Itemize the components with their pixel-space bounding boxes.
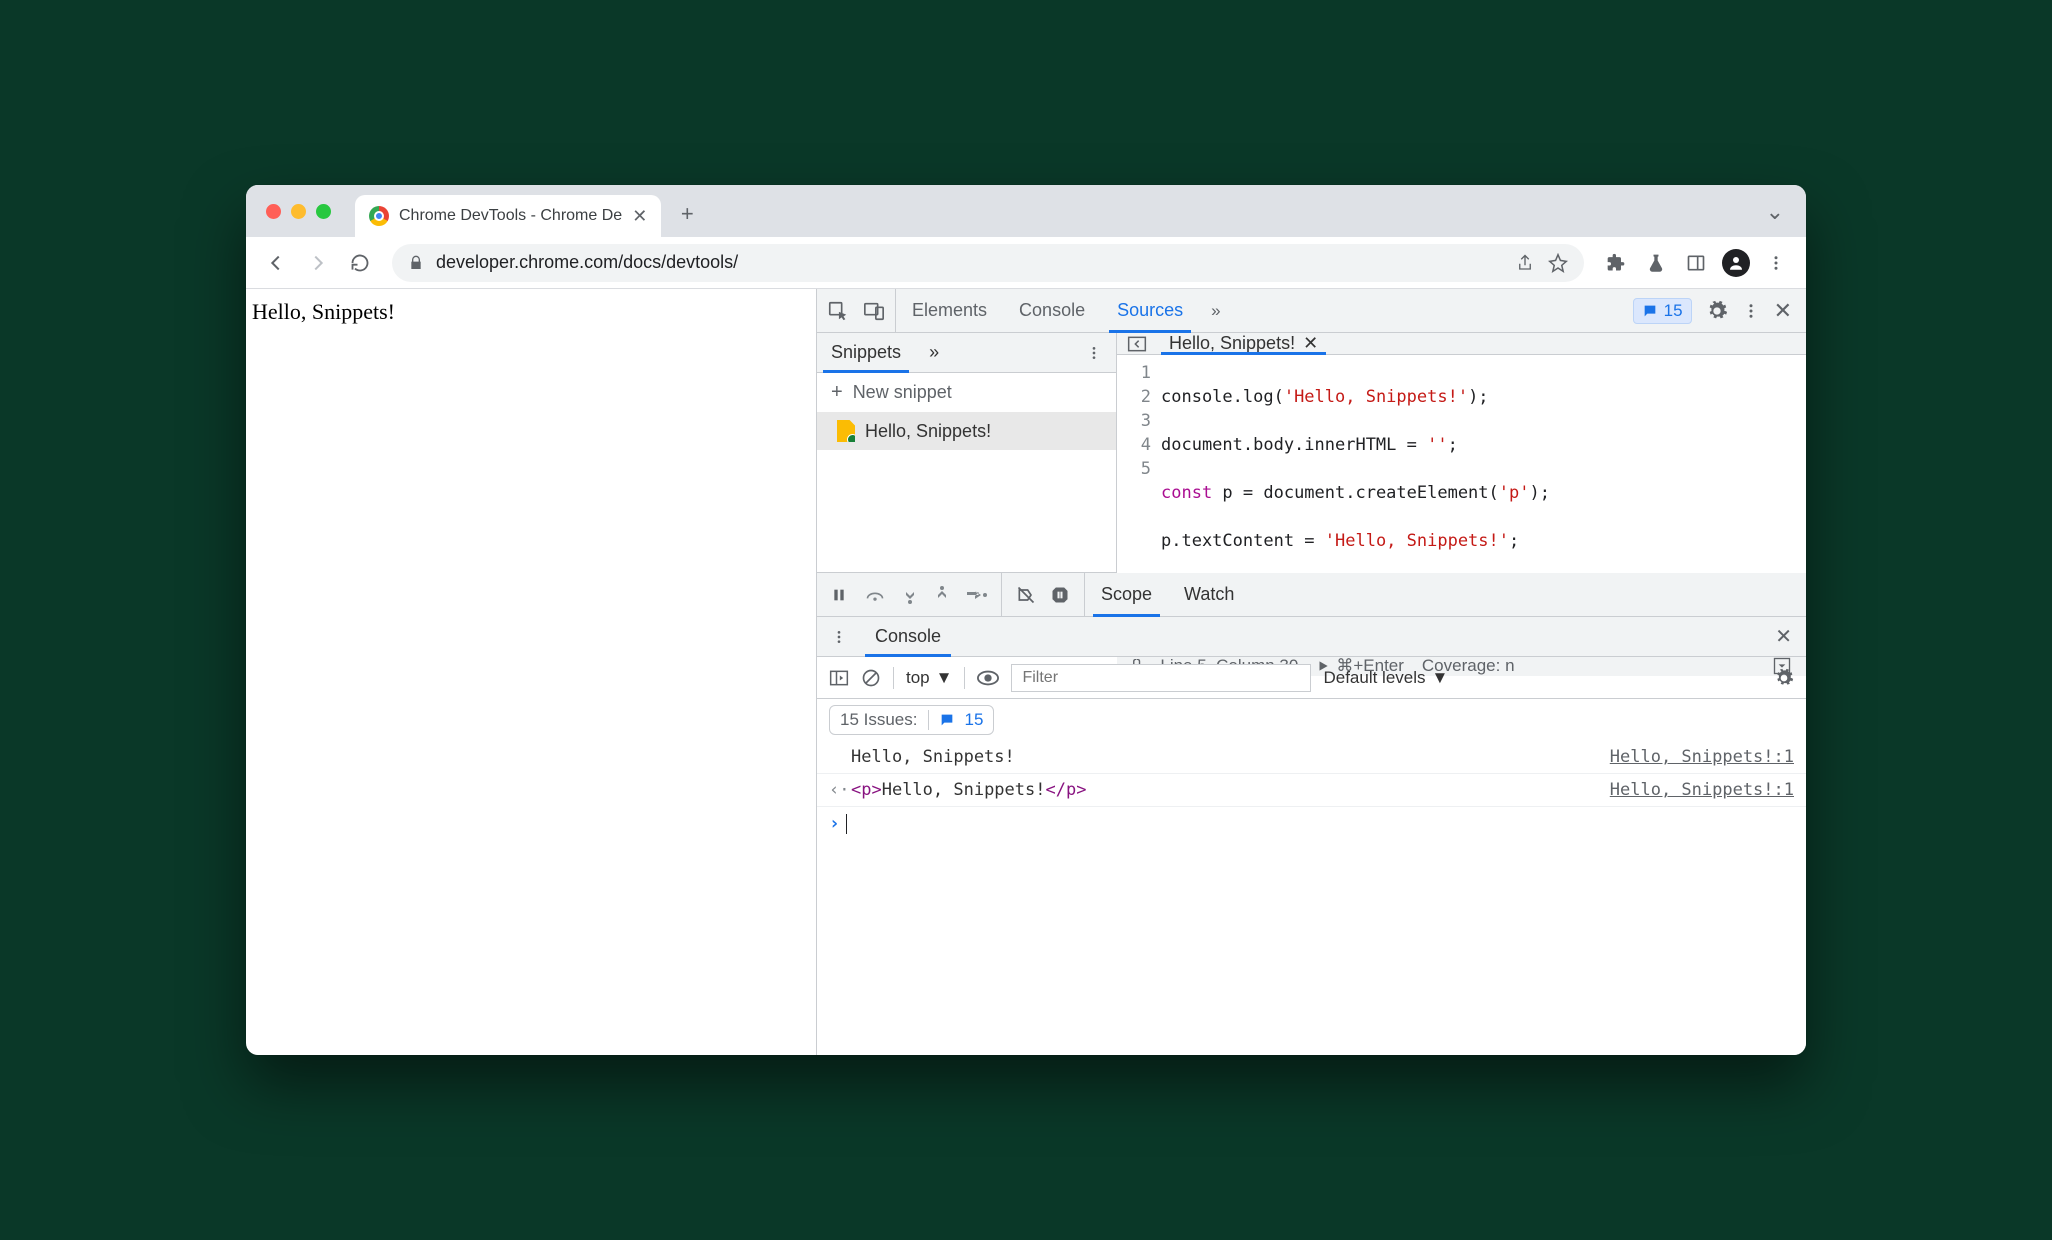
log-message: Hello, Snippets!	[851, 747, 1610, 767]
extensions-icon[interactable]	[1598, 245, 1634, 281]
editor-tabs: Hello, Snippets! ✕	[1117, 333, 1806, 355]
new-tab-button[interactable]: +	[669, 201, 705, 227]
device-toggle-icon[interactable]	[863, 300, 885, 322]
snippet-name: Hello, Snippets!	[865, 421, 991, 442]
live-expression-icon[interactable]	[977, 670, 999, 686]
navigator-menu-icon[interactable]	[1072, 333, 1116, 372]
sources-panel: Snippets » + New snippet Hell	[817, 333, 1806, 573]
snippets-tab[interactable]: Snippets	[817, 333, 915, 372]
chevron-down-icon: ▼	[1432, 668, 1449, 688]
console-output: Hello, Snippets! Hello, Snippets!:1 ‹· <…	[817, 741, 1806, 840]
address-bar[interactable]: developer.chrome.com/docs/devtools/	[392, 244, 1584, 282]
issues-row: 15 Issues: 15	[817, 699, 1806, 741]
favicon-icon	[369, 206, 389, 226]
editor-pane: Hello, Snippets! ✕ 1 2 3 4 5 console.log…	[1117, 333, 1806, 572]
tab-console[interactable]: Console	[1003, 289, 1101, 332]
drawer-header: Console ✕	[817, 617, 1806, 657]
devtools-close-icon[interactable]: ✕	[1774, 298, 1792, 324]
console-settings-icon[interactable]	[1774, 668, 1794, 688]
lock-icon	[408, 254, 424, 272]
tab-title: Chrome DevTools - Chrome De	[399, 207, 622, 225]
step-over-icon[interactable]	[865, 587, 885, 603]
issues-label: 15 Issues:	[840, 710, 918, 730]
devtools-menu-icon[interactable]	[1742, 302, 1760, 320]
close-tab-button[interactable]: ✕	[632, 206, 647, 227]
browser-tab[interactable]: Chrome DevTools - Chrome De ✕	[355, 195, 661, 237]
settings-icon[interactable]	[1706, 300, 1728, 322]
editor-tab-close-icon[interactable]: ✕	[1303, 333, 1318, 354]
issues-pill[interactable]: 15 Issues: 15	[829, 705, 994, 735]
step-into-icon[interactable]	[903, 586, 917, 604]
browser-toolbar: developer.chrome.com/docs/devtools/	[246, 237, 1806, 289]
new-snippet-button[interactable]: + New snippet	[817, 373, 1116, 412]
chevron-down-icon: ▼	[936, 668, 953, 688]
window-controls	[266, 204, 331, 219]
close-window-button[interactable]	[266, 204, 281, 219]
step-out-icon[interactable]	[935, 586, 949, 604]
share-icon[interactable]	[1516, 253, 1534, 273]
navigator-tabs: Snippets »	[817, 333, 1116, 373]
context-selector[interactable]: top ▼	[906, 668, 952, 688]
editor-tab-name: Hello, Snippets!	[1169, 333, 1295, 354]
deactivate-breakpoints-icon[interactable]	[1016, 585, 1036, 605]
drawer-close-icon[interactable]: ✕	[1761, 617, 1806, 656]
pause-icon[interactable]	[831, 587, 847, 603]
return-caret-icon: ‹·	[829, 780, 851, 800]
watch-tab[interactable]: Watch	[1168, 573, 1250, 616]
profile-avatar[interactable]	[1718, 245, 1754, 281]
log-source-link[interactable]: Hello, Snippets!:1	[1610, 747, 1794, 767]
pause-on-exceptions-icon[interactable]	[1050, 585, 1070, 605]
sidepanel-icon[interactable]	[1678, 245, 1714, 281]
drawer-menu-icon[interactable]	[817, 617, 861, 656]
page-text: Hello, Snippets!	[252, 299, 395, 324]
scope-tab[interactable]: Scope	[1085, 573, 1168, 616]
log-source-link[interactable]: Hello, Snippets!:1	[1610, 780, 1794, 800]
issues-count: 15	[1664, 301, 1683, 321]
toggle-navigator-icon[interactable]	[1127, 334, 1147, 354]
console-return-row[interactable]: ‹· <p>Hello, Snippets!</p> Hello, Snippe…	[817, 774, 1806, 807]
maximize-window-button[interactable]	[316, 204, 331, 219]
console-sidebar-toggle-icon[interactable]	[829, 669, 849, 687]
page-body: Hello, Snippets!	[246, 289, 816, 1055]
prompt-chevron-icon: ›	[829, 813, 840, 834]
issues-count: 15	[965, 710, 984, 730]
labs-icon[interactable]	[1638, 245, 1674, 281]
navigator-pane: Snippets » + New snippet Hell	[817, 333, 1117, 572]
text-cursor	[846, 814, 847, 834]
console-log-row[interactable]: Hello, Snippets! Hello, Snippets!:1	[817, 741, 1806, 774]
browser-window: Chrome DevTools - Chrome De ✕ + ⌄ develo…	[246, 185, 1806, 1055]
console-prompt[interactable]: ›	[817, 807, 1806, 840]
new-snippet-label: New snippet	[853, 382, 952, 403]
step-icon[interactable]	[967, 588, 987, 602]
devtools-tabbar: Elements Console Sources » 15 ✕	[817, 289, 1806, 333]
reload-button[interactable]	[342, 245, 378, 281]
url-text: developer.chrome.com/docs/devtools/	[436, 252, 738, 273]
browser-menu-button[interactable]	[1758, 245, 1794, 281]
tabs-overflow-button[interactable]: ⌄	[1766, 199, 1792, 225]
tabs-overflow-icon[interactable]: »	[1199, 289, 1232, 332]
console-filter-input[interactable]	[1011, 664, 1311, 692]
back-button[interactable]	[258, 245, 294, 281]
inspect-icon[interactable]	[827, 300, 849, 322]
drawer-console-tab[interactable]: Console	[861, 617, 955, 656]
log-levels-selector[interactable]: Default levels ▼	[1323, 668, 1448, 688]
minimize-window-button[interactable]	[291, 204, 306, 219]
bookmark-icon[interactable]	[1548, 253, 1568, 273]
devtools-panel: Elements Console Sources » 15 ✕	[816, 289, 1806, 1055]
tab-strip: Chrome DevTools - Chrome De ✕ + ⌄	[246, 185, 1806, 237]
tab-sources[interactable]: Sources	[1101, 289, 1199, 332]
content-area: Hello, Snippets! Elements Console Source…	[246, 289, 1806, 1055]
clear-console-icon[interactable]	[861, 668, 881, 688]
tab-elements[interactable]: Elements	[896, 289, 1003, 332]
forward-button[interactable]	[300, 245, 336, 281]
debugger-toolbar: Scope Watch	[817, 573, 1806, 617]
plus-icon: +	[831, 381, 843, 404]
snippet-file-icon	[837, 420, 855, 442]
return-value: <p>Hello, Snippets!</p>	[851, 780, 1610, 800]
editor-tab[interactable]: Hello, Snippets! ✕	[1161, 333, 1326, 354]
snippet-item[interactable]: Hello, Snippets!	[817, 412, 1116, 450]
navigator-overflow-icon[interactable]: »	[915, 333, 953, 372]
console-toolbar: top ▼ Default levels ▼	[817, 657, 1806, 699]
issues-badge[interactable]: 15	[1633, 298, 1692, 324]
